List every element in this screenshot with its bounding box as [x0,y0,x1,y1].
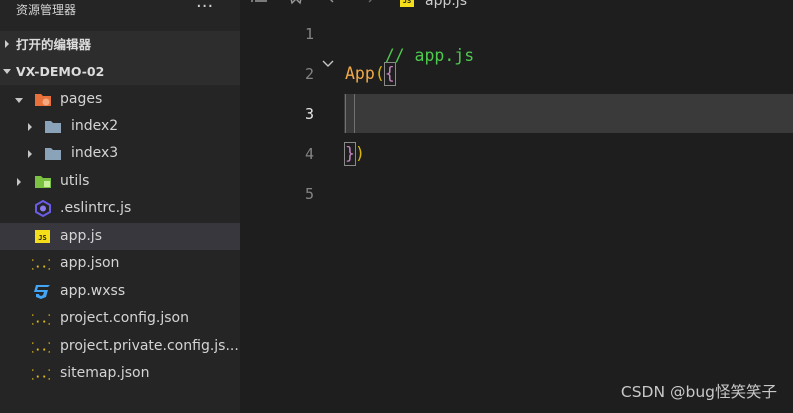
folder-icon [45,148,61,160]
tree-item-pages[interactable]: pages [0,86,240,113]
folder-icon [45,121,61,133]
back-arrow-icon[interactable] [326,0,342,6]
css-icon [34,285,50,299]
watermark: CSDN @bug怪笑笑子 [620,383,777,401]
code-line-4: }) [344,142,365,166]
chevron-right-icon [17,178,21,186]
chevron-down-icon [3,69,11,74]
tree-item-sitemap[interactable]: {..} sitemap.json [0,360,240,387]
eslint-icon [35,200,51,217]
folder-pages-icon [35,94,51,106]
bracket-guide [345,94,355,133]
line-number: 4 [304,145,314,163]
svg-text:{..}: {..} [32,368,50,381]
code-comment: // app.js [384,46,475,65]
explorer-sidebar: 资源管理器 ··· 打开的编辑器 VX-DEMO-02 pages index2… [0,0,240,413]
tree-item-label: project.private.config.js... [60,338,239,354]
chevron-right-icon [5,40,9,48]
tree-item-app-js[interactable]: JS app.js [0,223,240,250]
code-line-2: App({ [345,62,396,86]
tree-item-label: app.js [60,228,102,244]
more-actions-button[interactable]: ··· [196,0,213,17]
json-icon: {..} [32,341,50,354]
breadcrumb-file[interactable]: app.js [425,0,467,10]
line-number: 1 [304,25,314,43]
chevron-right-icon [28,150,32,158]
tree-item-label: app.wxss [60,283,126,299]
tree-item-label: app.json [60,255,120,271]
code-function: App [345,64,375,83]
tree-item-eslintrc[interactable]: .eslintrc.js [0,195,240,222]
code-paren: ( [374,64,385,83]
chevron-down-icon [15,98,23,103]
code-brace-match: } [344,142,356,166]
svg-text:{..}: {..} [32,313,50,326]
editor-toolbar: JS app.js [240,0,793,12]
tree-item-label: project.config.json [60,310,189,326]
line-number: 2 [304,65,314,83]
bookmark-icon[interactable] [288,0,304,6]
tree-item-utils[interactable]: utils [0,168,240,195]
json-icon: {..} [32,258,50,271]
json-icon: {..} [32,313,50,326]
svg-text:JS: JS [38,234,46,242]
folder-utils-icon [35,176,51,188]
svg-text:{..}: {..} [32,341,50,354]
tree-item-label: sitemap.json [60,365,150,381]
tree-item-app-wxss[interactable]: app.wxss [0,278,240,305]
svg-text:{..}: {..} [32,258,50,271]
forward-arrow-icon[interactable] [360,0,376,6]
code-paren: ) [354,144,365,163]
section-open-editors[interactable]: 打开的编辑器 [0,31,240,58]
tree-item-project-private-config[interactable]: {..} project.private.config.js... [0,333,240,360]
code-brace-match: { [383,62,396,86]
tree-item-project-config[interactable]: {..} project.config.json [0,305,240,332]
explorer-header: 资源管理器 ··· [0,0,240,30]
fold-chevron-icon[interactable] [321,58,335,70]
line-number: 5 [304,185,314,203]
outline-icon[interactable] [250,0,268,6]
tree-item-label: index2 [71,118,119,134]
tree-item-app-json[interactable]: {..} app.json [0,250,240,277]
javascript-icon: JS [35,230,50,243]
section-label: VX-DEMO-02 [16,64,105,79]
chevron-right-icon [28,123,32,131]
section-project[interactable]: VX-DEMO-02 [0,58,240,85]
javascript-icon: JS [400,0,414,7]
current-line-highlight [344,94,793,133]
line-number-active: 3 [304,105,314,123]
json-icon: {..} [32,368,50,381]
code-editor[interactable]: JS app.js 1 2 3 4 5 // app.js App({ }) C… [240,0,793,413]
tree-item-index2[interactable]: index2 [0,113,240,140]
tree-item-label: index3 [71,145,119,161]
explorer-title: 资源管理器 [16,3,77,17]
tree-item-index3[interactable]: index3 [0,140,240,167]
tree-item-label: utils [60,173,90,189]
tree-item-label: .eslintrc.js [60,200,132,216]
section-label: 打开的编辑器 [16,37,92,52]
tree-item-label: pages [60,91,103,107]
